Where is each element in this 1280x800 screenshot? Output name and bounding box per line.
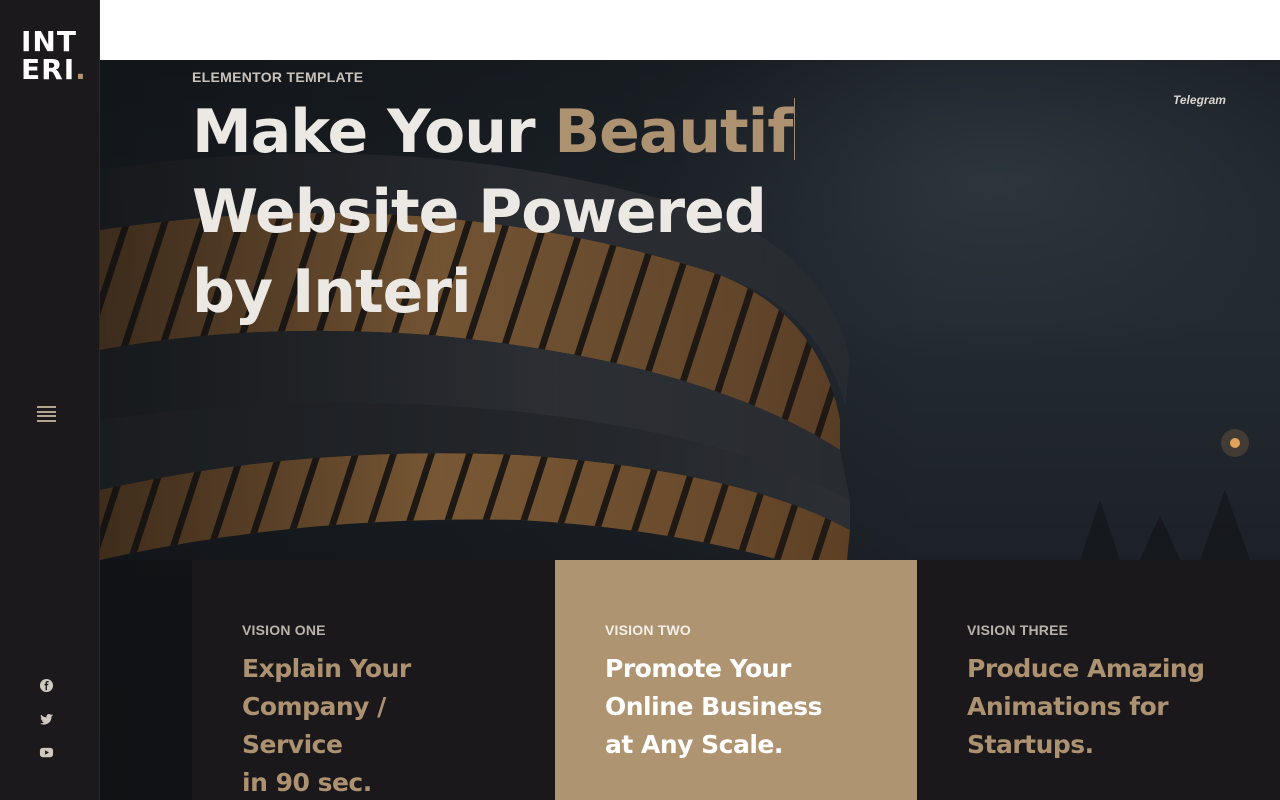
vision-title-line: Produce Amazing bbox=[967, 654, 1205, 683]
vision-title-line: Startups. bbox=[967, 730, 1094, 759]
vision-title-line: in 90 sec. bbox=[242, 768, 372, 797]
vision-title-line: Service bbox=[242, 730, 343, 759]
vision-title-line: Company / bbox=[242, 692, 386, 721]
headline-typing-word: Beautif bbox=[554, 97, 793, 167]
vision-card-one[interactable]: VISION ONE Explain Your Company / Servic… bbox=[192, 560, 555, 800]
twitter-icon[interactable] bbox=[39, 712, 54, 727]
hamburger-icon[interactable] bbox=[37, 405, 56, 423]
vision-card-two[interactable]: VISION TWO Promote Your Online Business … bbox=[555, 560, 917, 800]
vision-title: Explain Your Company / Service in 90 sec… bbox=[242, 650, 542, 800]
sidebar: INT ERI. bbox=[0, 0, 100, 800]
vision-title-line: Promote Your bbox=[605, 654, 791, 683]
vision-label: VISION ONE bbox=[242, 622, 326, 638]
vision-title-line: Animations for bbox=[967, 692, 1169, 721]
menu-bar bbox=[37, 410, 56, 413]
youtube-icon[interactable] bbox=[39, 745, 54, 760]
top-bar bbox=[100, 0, 1280, 60]
menu-bar bbox=[37, 419, 56, 422]
headline-line-2: Website Powered bbox=[192, 177, 767, 247]
typing-cursor bbox=[794, 98, 796, 160]
logo-dot: . bbox=[75, 53, 87, 86]
logo-line-2-text: ERI bbox=[21, 53, 76, 86]
headline-line-1-plain: Make Your bbox=[192, 97, 555, 167]
site-logo[interactable]: INT ERI. bbox=[21, 28, 87, 84]
logo-line-1: INT bbox=[21, 25, 77, 58]
logo-line-2: ERI. bbox=[21, 56, 87, 84]
menu-bar bbox=[37, 415, 56, 418]
vision-card-three[interactable]: VISION THREE Produce Amazing Animations … bbox=[917, 560, 1280, 800]
vision-title-line: Online Business bbox=[605, 692, 822, 721]
vision-title-line: at Any Scale. bbox=[605, 730, 783, 759]
headline-line-3: by Interi bbox=[192, 257, 472, 327]
vision-label: VISION THREE bbox=[967, 622, 1069, 638]
menu-bar bbox=[37, 406, 56, 408]
vision-title: Promote Your Online Business at Any Scal… bbox=[605, 650, 905, 764]
headline-line-1: Make Your Beautif bbox=[192, 92, 796, 172]
vision-label: VISION TWO bbox=[605, 622, 691, 638]
telegram-link[interactable]: Telegram bbox=[1173, 93, 1226, 107]
vision-title-line: Explain Your bbox=[242, 654, 411, 683]
hero-headline: Make Your Beautif Website Powered by Int… bbox=[192, 92, 796, 332]
facebook-icon[interactable] bbox=[39, 678, 54, 693]
hero-eyebrow: ELEMENTOR TEMPLATE bbox=[192, 69, 364, 85]
vision-title: Produce Amazing Animations for Startups. bbox=[967, 650, 1267, 764]
